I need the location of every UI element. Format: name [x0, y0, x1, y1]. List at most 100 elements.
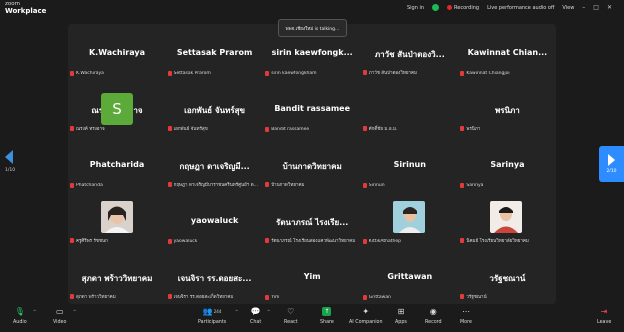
participant-tile[interactable]: เจนจิรา รร.ดอยสะ... เจนจิรา รร.ดอยสะเก็ดว… — [166, 248, 264, 304]
microphone-icon: 🎙 — [14, 307, 25, 316]
participant-tile[interactable]: ภาวัช สันป่าตองวิ... ภาวัช สันป่าตองวิทยา… — [361, 24, 459, 80]
more-label: More — [460, 320, 472, 325]
participant-label: Yim — [265, 295, 279, 300]
participant-label-text: กฤษฎา ดาเจริญมีบาราชนครินทร์ศูนย์ฯ ด... — [173, 183, 258, 188]
participant-name: ภาวัช สันป่าตองวิ... — [374, 50, 445, 59]
participant-label: Sirinun — [362, 183, 385, 188]
participant-label-text: Sarinya — [466, 183, 484, 188]
shield-icon[interactable] — [432, 4, 440, 11]
audio-status[interactable]: Live performance audio off — [487, 5, 554, 11]
gallery-grid: K.Wachiraya K.Wachiraya Settasak Prarom Set… — [68, 24, 556, 304]
react-button[interactable]: ♡ React — [284, 307, 298, 325]
participant-tile[interactable]: Phatcharida Phatcharida — [68, 136, 166, 192]
participant-name: Sirinun — [393, 160, 426, 169]
video-button[interactable]: ▭ Video — [53, 307, 66, 325]
participant-name: รัตนาภรณ์ ไรงเรีย... — [276, 218, 349, 227]
muted-mic-icon — [167, 294, 172, 299]
previous-page-button[interactable]: 1/10 — [5, 150, 15, 180]
participant-tile[interactable]: Yim Yim — [263, 248, 361, 304]
top-right-controls: Sign in Recording Live performance audio… — [407, 4, 612, 11]
participant-label: Grittawan — [362, 295, 391, 300]
participant-name: Phatcharida — [89, 160, 145, 169]
participant-photo — [490, 201, 522, 233]
muted-mic-icon — [167, 239, 172, 244]
participant-tile[interactable]: รัตนาภรณ์ ไรงเรีย... รัตนาภรณ์ โรงเรียนสอ… — [263, 192, 361, 248]
participant-label: Phatcharida — [70, 183, 103, 188]
participant-label-text: Grittawan — [368, 295, 391, 300]
participant-tile[interactable]: กฤษฎา ดาเจริญมี... กฤษฎา ดาเจริญมีบาราชนค… — [166, 136, 264, 192]
participant-label-text: ศักดิ์ชัย ม.อ.ม. — [368, 127, 398, 132]
participant-label-text: นิคมย์ โรงเรียนวิทยาลัยวิทยาคม — [466, 239, 529, 244]
maximize-icon[interactable]: □ — [593, 4, 599, 11]
participant-name: Bandit rassamee — [274, 104, 351, 113]
muted-mic-icon — [460, 238, 465, 243]
muted-mic-icon — [70, 238, 74, 243]
participant-tile[interactable]: Sarinya Sarinya — [458, 136, 556, 192]
zoom-logo: zoom Workplace — [5, 1, 46, 15]
view-button[interactable]: View — [562, 5, 574, 11]
audio-label: Audio — [13, 320, 27, 325]
participant-label-text: เจนจิรา รร.ดอยสะเก็ดวิทยาคม — [173, 295, 234, 300]
participant-tile[interactable]: Kawinnat Chian... Kawinnat Chiangjoi — [458, 24, 556, 80]
chevron-left-icon — [5, 150, 13, 164]
ai-companion-button[interactable]: ✦ AI Companion — [349, 307, 383, 325]
more-icon: ⋯ — [461, 307, 470, 316]
participant-tile[interactable]: Settasak Prarom Settasak Prarom — [166, 24, 264, 80]
chat-button[interactable]: 💬 Chat — [250, 307, 261, 325]
minimize-icon[interactable]: – — [582, 4, 585, 11]
muted-mic-icon — [70, 183, 74, 188]
chevron-right-icon — [608, 154, 615, 166]
apps-button[interactable]: ⊞ Apps — [395, 307, 407, 325]
participant-tile[interactable]: Grittawan Grittawan — [361, 248, 459, 304]
participant-tile[interactable]: พรนิภา พรนิภา — [458, 80, 556, 136]
record-dot-icon — [447, 5, 453, 10]
participants-button[interactable]: 👥 244 Participants — [198, 307, 226, 325]
close-icon[interactable]: ✕ — [607, 4, 612, 11]
participant-tile[interactable]: เอกพันธ์ จันทร์สุข เอกพันธ์ จันทร์สุข — [166, 80, 264, 136]
participant-tile[interactable]: Sirinun Sirinun — [361, 136, 459, 192]
audio-button[interactable]: 🎙 Audio — [13, 307, 27, 325]
participant-tile[interactable]: Bandit rassamee Bandit rassamee — [263, 80, 361, 136]
participant-label-text: ณรงค์ ทรงอาจ — [76, 127, 105, 132]
participant-label: Settasak Prarom — [167, 71, 211, 76]
record-button[interactable]: ◉ Record — [425, 307, 442, 325]
page-indicator-right: 2/10 — [606, 169, 617, 174]
participant-label-text: sirin kaewfongkham — [271, 71, 317, 76]
recording-indicator[interactable]: Recording — [447, 5, 479, 11]
record-icon: ◉ — [429, 307, 437, 316]
active-speaker-toast: พพจ.เชียงใหม่ is talking... — [278, 19, 347, 37]
next-page-button[interactable]: 2/10 — [599, 146, 624, 182]
participant-tile[interactable]: บ้านกาดวิทยาคม บ้านกาดวิทยาคม — [263, 136, 361, 192]
participant-tile[interactable]: สุภดา พร้าววิทยาคม สุภดา พร้าววิทยาคม — [68, 248, 166, 304]
muted-mic-icon — [460, 126, 465, 131]
participant-name: Settasak Prarom — [176, 48, 253, 57]
share-icon: ↑ — [322, 307, 332, 316]
muted-mic-icon — [362, 70, 367, 75]
audio-options-caret[interactable]: ^ — [33, 309, 36, 314]
more-button[interactable]: ⋯ More — [460, 307, 472, 325]
active-speaker-text: พพจ.เชียงใหม่ is talking... — [285, 26, 340, 32]
video-options-caret[interactable]: ^ — [73, 309, 76, 314]
participant-label: นิคมย์ โรงเรียนวิทยาลัยวิทยาคม — [460, 237, 529, 244]
participant-label-text: สุภดา พร้าววิทยาคม — [76, 295, 116, 300]
participant-tile[interactable]: yaowaluck yaowaluck — [166, 192, 264, 248]
participant-tile[interactable]: ศักดิ์ชัย ม.อ.ม. — [361, 80, 459, 136]
leave-button[interactable]: ⇥ Leave — [597, 307, 611, 325]
muted-mic-icon — [362, 295, 367, 300]
participant-name: สุภดา พร้าววิทยาคม — [81, 274, 153, 283]
participant-label: กฤษฎา ดาเจริญมีบาราชนครินทร์ศูนย์ฯ ด... — [167, 181, 258, 188]
sign-in-link[interactable]: Sign in — [407, 5, 424, 11]
participant-label-text: รัตนาภรณ์ โรงเรียนสองแควพัฒนาวิทยาคม — [271, 239, 356, 244]
participant-label: พรนิภา — [460, 125, 480, 132]
participant-tile[interactable]: วรัฐชณาน์ วรัฐชณาน์ — [458, 248, 556, 304]
muted-mic-icon — [362, 239, 367, 244]
chat-options-caret[interactable]: ^ — [267, 309, 270, 314]
share-button[interactable]: ↑ Share — [320, 307, 334, 325]
ai-companion-icon: ✦ — [362, 307, 370, 316]
participant-label: ภาวัช สันป่าตองวิทยาคม — [362, 69, 417, 76]
participant-label: สุภดา พร้าววิทยาคม — [70, 293, 116, 300]
muted-mic-icon — [265, 238, 270, 243]
muted-mic-icon — [362, 126, 367, 131]
participants-options-caret[interactable]: ^ — [235, 309, 238, 314]
participant-tile[interactable]: K.Wachiraya K.Wachiraya — [68, 24, 166, 80]
